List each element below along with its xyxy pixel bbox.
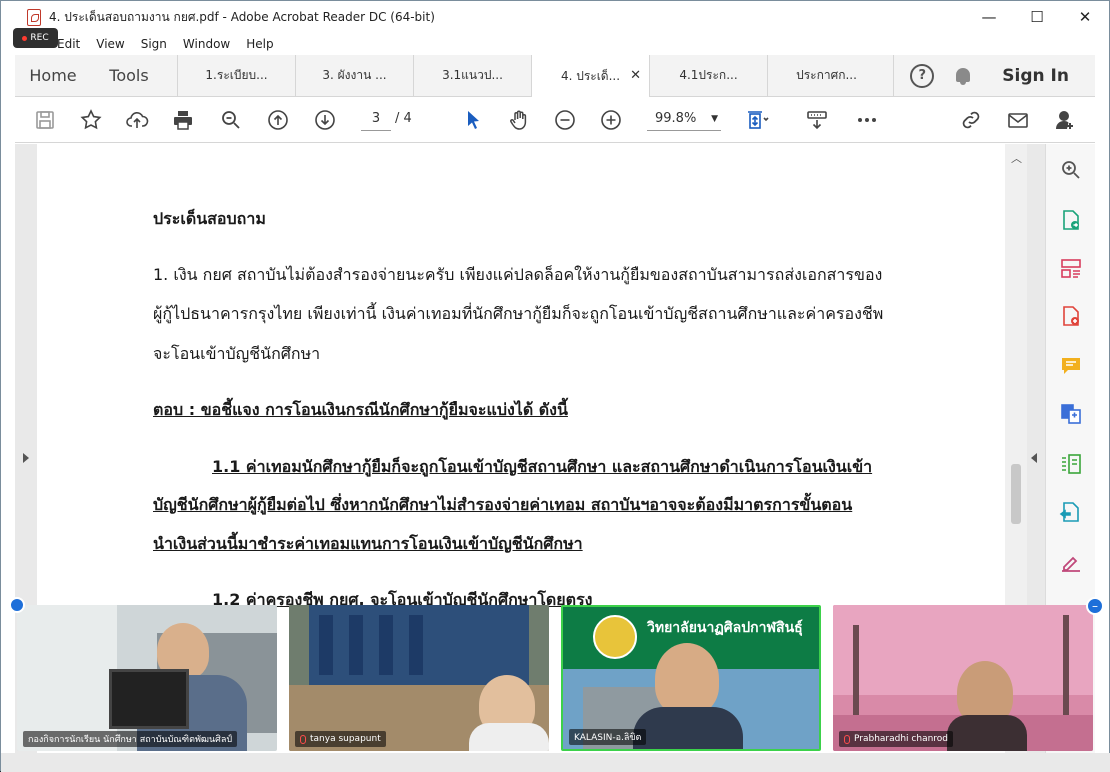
muted-mic-icon (844, 734, 850, 744)
menu-window[interactable]: Window (175, 37, 238, 51)
participant-name: tanya supapunt (295, 731, 386, 747)
document-tab-label: 4. ประเด็... (560, 68, 621, 83)
participants-icon[interactable] (9, 597, 25, 613)
close-tab-icon[interactable]: ✕ (630, 68, 641, 83)
tab-bar-actions: ? Sign In (893, 55, 1095, 96)
minimize-button[interactable]: — (965, 1, 1013, 33)
zoom-pane-icon[interactable] (1059, 158, 1083, 182)
document-tab[interactable]: 3.1แนวป... (413, 55, 531, 96)
comment-icon[interactable] (1059, 354, 1083, 378)
save-icon[interactable] (31, 106, 59, 134)
menu-view[interactable]: View (88, 37, 132, 51)
participant-tile-active-speaker[interactable]: วิทยาลัยนาฏศิลปกาฬสินธุ์ KALASIN-อ.ลิขิต (561, 605, 821, 751)
menu-help[interactable]: Help (238, 37, 281, 51)
hand-tool-icon[interactable] (505, 106, 533, 134)
scrollbar-thumb[interactable] (1011, 464, 1021, 524)
print-icon[interactable] (169, 106, 197, 134)
next-page-icon[interactable] (311, 106, 339, 134)
more-options-icon[interactable] (853, 106, 881, 134)
zoom-level-value: 99.8% (655, 111, 697, 126)
combine-files-icon[interactable] (1059, 402, 1083, 426)
answer-heading: ตอบ : ขอชี้แจง การโอนเงินกรณีนักศึกษากู้… (153, 400, 568, 419)
answer-line: บัญชีนักศึกษาผู้กู้ยืมต่อไป ซึ่งหากนักศึ… (153, 495, 853, 514)
zoom-search-icon[interactable] (217, 106, 245, 134)
recording-label: REC (30, 33, 49, 43)
collapse-video-icon[interactable]: – (1086, 597, 1104, 615)
menu-bar: Edit View Sign Window Help (1, 33, 1109, 55)
tab-bar: Home Tools 1.ระเบียบ... 3. ผังงาน ... 3.… (15, 55, 1095, 98)
participant-name: กองกิจการนักเรียน นักศึกษา สถาบันบัณฑิตพ… (23, 731, 238, 747)
notifications-bell-icon[interactable] (954, 66, 972, 86)
participant-name: Prabharadhi chanrod (839, 731, 954, 747)
participant-tile[interactable]: Prabharadhi chanrod (833, 605, 1093, 751)
college-banner: วิทยาลัยนาฏศิลปกาฬสินธุ์ (647, 620, 803, 636)
collapse-right-panel-icon[interactable] (1031, 453, 1037, 463)
chevron-down-icon: ▼ (711, 113, 718, 124)
participant-name-label: กองกิจการนักเรียน นักศึกษา สถาบันบัณฑิตพ… (28, 735, 233, 745)
toolbar: 3 / 4 99.8% ▼ (15, 97, 1095, 143)
menu-sign[interactable]: Sign (133, 37, 175, 51)
document-tab[interactable]: 1.ระเบียบ... (177, 55, 295, 96)
upload-cloud-icon[interactable] (123, 106, 151, 134)
scroll-up-icon[interactable]: ︿ (1011, 150, 1022, 166)
star-icon[interactable] (77, 106, 105, 134)
fill-and-sign-icon[interactable] (1059, 550, 1083, 574)
video-call-strip: กองกิจการนักเรียน นักศึกษา สถาบันบัณฑิตพ… (15, 605, 1099, 753)
select-cursor-icon[interactable] (459, 106, 487, 134)
recording-badge: REC (13, 28, 58, 48)
document-tab[interactable]: 4.1ประก... (649, 55, 767, 96)
window-controls: — ☐ ✕ (965, 1, 1109, 33)
participant-name: KALASIN-อ.ลิขิต (569, 729, 647, 745)
create-pdf-icon[interactable] (1059, 304, 1083, 328)
record-dot-icon (22, 35, 28, 41)
question-line: ผู้กู้ไปธนาคารกรุงไทย เพียงเท่านี้ เงินค… (153, 304, 884, 323)
zoom-in-icon[interactable] (597, 106, 625, 134)
organize-pages-icon[interactable] (1059, 256, 1083, 280)
previous-page-icon[interactable] (264, 106, 292, 134)
send-for-signature-icon[interactable] (1059, 500, 1083, 524)
answer-line: นำเงินส่วนนี้มาชำระค่าเทอมแทนการโอนเงินเ… (153, 534, 583, 553)
export-pdf-icon[interactable] (1059, 208, 1083, 232)
participant-tile[interactable]: tanya supapunt (289, 605, 549, 751)
question-line: 1. เงิน กยศ สถาบันไม่ต้องสำรองจ่ายนะครับ… (153, 265, 883, 284)
tab-tools[interactable]: Tools (91, 55, 167, 96)
document-tab-active[interactable]: 4. ประเด็... ✕ (531, 55, 649, 98)
page-total: / 4 (395, 111, 412, 126)
close-window-button[interactable]: ✕ (1061, 1, 1109, 33)
email-icon[interactable] (1004, 106, 1032, 134)
window-title: 4. ประเด็นสอบถามงาน กยศ.pdf - Adobe Acro… (49, 9, 435, 24)
maximize-button[interactable]: ☐ (1013, 1, 1061, 33)
sign-in-button[interactable]: Sign In (1002, 66, 1069, 86)
participant-name-label: tanya supapunt (310, 734, 381, 744)
scroll-mode-icon[interactable] (803, 106, 831, 134)
muted-mic-icon (300, 734, 306, 744)
pdf-file-icon (27, 8, 41, 26)
answer-line: 1.1 ค่าเทอมนักศึกษากู้ยืมก็จะถูกโอนเข้าบ… (212, 457, 873, 476)
document-tab[interactable]: ประกาศก... (767, 55, 885, 96)
zoom-out-icon[interactable] (551, 106, 579, 134)
fit-page-icon[interactable] (743, 106, 771, 134)
help-icon[interactable]: ? (910, 63, 935, 88)
tab-home[interactable]: Home (15, 55, 91, 96)
share-link-icon[interactable] (957, 106, 985, 134)
document-tab[interactable]: 3. ผังงาน ... (295, 55, 413, 96)
participant-tile[interactable]: กองกิจการนักเรียน นักศึกษา สถาบันบัณฑิตพ… (17, 605, 277, 751)
edit-pdf-icon[interactable] (1059, 452, 1083, 476)
page-number-input[interactable]: 3 (361, 107, 391, 131)
title-bar: 4. ประเด็นสอบถามงาน กยศ.pdf - Adobe Acro… (1, 1, 1109, 33)
acrobat-window: 4. ประเด็นสอบถามงาน กยศ.pdf - Adobe Acro… (0, 0, 1110, 772)
document-heading: ประเด็นสอบถาม (153, 209, 266, 228)
document-bottom-edge (1, 753, 1110, 772)
participant-name-label: KALASIN-อ.ลิขิต (574, 733, 642, 743)
participant-name-label: Prabharadhi chanrod (854, 734, 949, 744)
zoom-level-select[interactable]: 99.8% ▼ (647, 107, 721, 131)
expand-left-panel-icon[interactable] (23, 453, 29, 463)
add-user-icon[interactable] (1051, 106, 1079, 134)
question-line: จะโอนเข้าบัญชีนักศึกษา (153, 344, 321, 363)
